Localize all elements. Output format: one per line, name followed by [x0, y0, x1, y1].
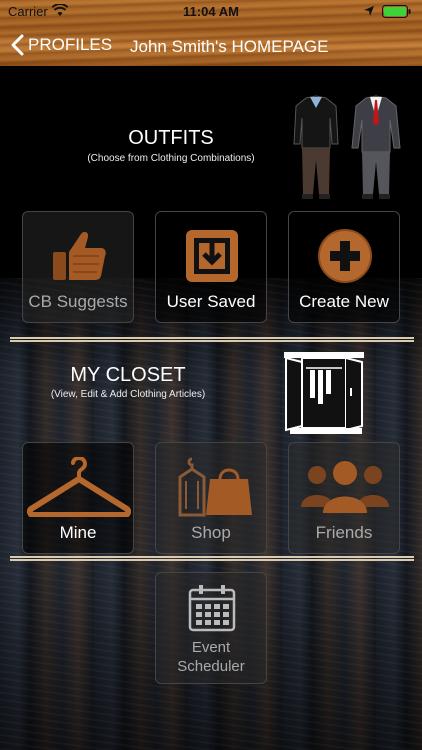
closet-title: MY CLOSET: [70, 364, 186, 386]
hanger-icon: [27, 457, 131, 517]
friends-label: Friends: [315, 523, 373, 542]
event-scheduler-tile[interactable]: Event Scheduler: [155, 572, 267, 684]
event-scheduler-label-line2: Scheduler: [177, 658, 245, 675]
battery-icon: [382, 5, 411, 18]
back-button[interactable]: PROFILES: [10, 32, 112, 58]
cb-suggests-label: CB Suggests: [28, 292, 128, 311]
plus-circle-icon: [318, 229, 372, 283]
create-new-label: Create New: [299, 292, 389, 311]
shopping-bag-icon: [178, 457, 252, 517]
shop-label: Shop: [191, 523, 231, 542]
header-bar: Carrier 11:04 AM PROFILES John Smith's H…: [0, 0, 422, 66]
cb-suggests-tile[interactable]: CB Suggests: [22, 211, 134, 323]
save-icon: [186, 230, 238, 282]
section-divider: [10, 556, 414, 561]
thumbs-up-icon: [53, 231, 106, 280]
wardrobe-icon: [284, 352, 364, 434]
status-bar: Carrier 11:04 AM: [0, 0, 422, 22]
back-label: PROFILES: [28, 35, 113, 54]
shop-tile[interactable]: Shop: [155, 442, 267, 554]
location-arrow-icon: [364, 6, 374, 16]
navigation-bar: PROFILES John Smith's HOMEPAGE: [0, 26, 422, 62]
friends-tile[interactable]: Friends: [288, 442, 400, 554]
event-scheduler-label-line1: Event: [191, 639, 231, 656]
user-saved-tile[interactable]: User Saved: [155, 211, 267, 323]
status-time: 11:04 AM: [183, 4, 239, 19]
create-new-tile[interactable]: Create New: [288, 211, 400, 323]
section-divider: [10, 337, 414, 342]
people-icon: [301, 461, 389, 513]
chevron-left-icon: [11, 34, 24, 56]
closet-subtitle: (View, Edit & Add Clothing Articles): [50, 389, 206, 400]
user-saved-label: User Saved: [166, 292, 256, 311]
calendar-icon: [188, 585, 236, 632]
suits-illustration: [293, 95, 401, 199]
mine-label: Mine: [59, 523, 97, 542]
mine-tile[interactable]: Mine: [22, 442, 134, 554]
page-title: John Smith's HOMEPAGE: [130, 37, 329, 56]
